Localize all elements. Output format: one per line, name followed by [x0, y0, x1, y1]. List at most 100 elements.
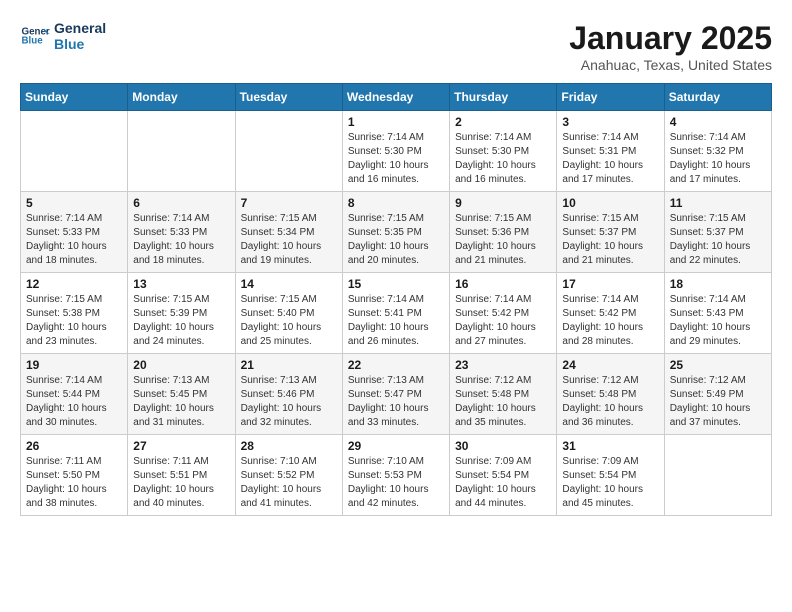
day-number: 31 [562, 439, 658, 453]
calendar-cell: 2 Sunrise: 7:14 AM Sunset: 5:30 PM Daylig… [450, 111, 557, 192]
day-number: 17 [562, 277, 658, 291]
calendar-cell: 26 Sunrise: 7:11 AM Sunset: 5:50 PM Dayli… [21, 435, 128, 516]
day-number: 23 [455, 358, 551, 372]
calendar-cell: 17 Sunrise: 7:14 AM Sunset: 5:42 PM Dayli… [557, 273, 664, 354]
calendar-cell: 6Sunrise: 7:14 AM Sunset: 5:33 PM Daylig… [128, 192, 235, 273]
calendar-cell [664, 435, 771, 516]
weekday-header-row: SundayMondayTuesdayWednesdayThursdayFrid… [21, 84, 772, 111]
day-info: Sunrise: 7:15 AM Sunset: 5:38 PM Dayligh… [26, 293, 122, 349]
day-info: Sunrise: 7:15 AM Sunset: 5:36 PM Dayligh… [455, 212, 551, 268]
day-number: 30 [455, 439, 551, 453]
day-info: Sunrise: 7:14 AM Sunset: 5:30 PM Dayligh… [455, 131, 551, 187]
day-info: Sunrise: 7:14 AM Sunset: 5:33 PM Dayligh… [26, 212, 122, 268]
day-number: 2 [455, 115, 551, 129]
day-info: Sunrise: 7:14 AM Sunset: 5:42 PM Dayligh… [562, 293, 658, 349]
week-row-4: 19 Sunrise: 7:14 AM Sunset: 5:44 PM Dayli… [21, 354, 772, 435]
day-number: 4 [670, 115, 766, 129]
day-info: Sunrise: 7:11 AM Sunset: 5:51 PM Dayligh… [133, 455, 229, 511]
day-info: Sunrise: 7:13 AM Sunset: 5:46 PM Dayligh… [241, 374, 337, 430]
day-info: Sunrise: 7:14 AM Sunset: 5:43 PM Dayligh… [670, 293, 766, 349]
day-number: 28 [241, 439, 337, 453]
weekday-header-friday: Friday [557, 84, 664, 111]
calendar-cell: 13 Sunrise: 7:15 AM Sunset: 5:39 PM Dayli… [128, 273, 235, 354]
month-title: January 2025 [569, 20, 772, 57]
day-info: Sunrise: 7:09 AM Sunset: 5:54 PM Dayligh… [562, 455, 658, 511]
day-info: Sunrise: 7:11 AM Sunset: 5:50 PM Dayligh… [26, 455, 122, 511]
day-info: Sunrise: 7:14 AM Sunset: 5:31 PM Dayligh… [562, 131, 658, 187]
day-info: Sunrise: 7:13 AM Sunset: 5:45 PM Dayligh… [133, 374, 229, 430]
day-number: 13 [133, 277, 229, 291]
day-info: Sunrise: 7:14 AM Sunset: 5:44 PM Dayligh… [26, 374, 122, 430]
svg-text:Blue: Blue [22, 36, 44, 47]
day-number: 29 [348, 439, 444, 453]
calendar-cell: 15 Sunrise: 7:14 AM Sunset: 5:41 PM Dayli… [342, 273, 449, 354]
weekday-header-wednesday: Wednesday [342, 84, 449, 111]
day-info: Sunrise: 7:14 AM Sunset: 5:41 PM Dayligh… [348, 293, 444, 349]
calendar-cell: 31 Sunrise: 7:09 AM Sunset: 5:54 PM Dayli… [557, 435, 664, 516]
day-info: Sunrise: 7:15 AM Sunset: 5:40 PM Dayligh… [241, 293, 337, 349]
location: Anahuac, Texas, United States [569, 57, 772, 73]
calendar-cell: 11 Sunrise: 7:15 AM Sunset: 5:37 PM Dayli… [664, 192, 771, 273]
calendar-cell: 19 Sunrise: 7:14 AM Sunset: 5:44 PM Dayli… [21, 354, 128, 435]
day-info: Sunrise: 7:14 AM Sunset: 5:33 PM Dayligh… [133, 212, 229, 268]
week-row-3: 12Sunrise: 7:15 AM Sunset: 5:38 PM Dayli… [21, 273, 772, 354]
day-number: 1 [348, 115, 444, 129]
day-info: Sunrise: 7:14 AM Sunset: 5:32 PM Dayligh… [670, 131, 766, 187]
day-number: 3 [562, 115, 658, 129]
day-number: 5 [26, 196, 122, 210]
day-number: 16 [455, 277, 551, 291]
calendar-cell: 16 Sunrise: 7:14 AM Sunset: 5:42 PM Dayli… [450, 273, 557, 354]
calendar-cell: 5 Sunrise: 7:14 AM Sunset: 5:33 PM Daylig… [21, 192, 128, 273]
day-number: 11 [670, 196, 766, 210]
day-number: 7 [241, 196, 337, 210]
day-number: 19 [26, 358, 122, 372]
calendar-cell: 10 Sunrise: 7:15 AM Sunset: 5:37 PM Dayli… [557, 192, 664, 273]
calendar-cell: 23 Sunrise: 7:12 AM Sunset: 5:48 PM Dayli… [450, 354, 557, 435]
day-number: 15 [348, 277, 444, 291]
day-info: Sunrise: 7:15 AM Sunset: 5:37 PM Dayligh… [562, 212, 658, 268]
day-number: 10 [562, 196, 658, 210]
calendar-cell: 9 Sunrise: 7:15 AM Sunset: 5:36 PM Daylig… [450, 192, 557, 273]
day-number: 9 [455, 196, 551, 210]
calendar-cell: 12Sunrise: 7:15 AM Sunset: 5:38 PM Dayli… [21, 273, 128, 354]
calendar-cell: 30Sunrise: 7:09 AM Sunset: 5:54 PM Dayli… [450, 435, 557, 516]
weekday-header-saturday: Saturday [664, 84, 771, 111]
day-info: Sunrise: 7:14 AM Sunset: 5:42 PM Dayligh… [455, 293, 551, 349]
calendar-cell [21, 111, 128, 192]
calendar-cell: 28Sunrise: 7:10 AM Sunset: 5:52 PM Dayli… [235, 435, 342, 516]
weekday-header-tuesday: Tuesday [235, 84, 342, 111]
calendar-cell: 3 Sunrise: 7:14 AM Sunset: 5:31 PM Daylig… [557, 111, 664, 192]
day-info: Sunrise: 7:15 AM Sunset: 5:39 PM Dayligh… [133, 293, 229, 349]
calendar-cell: 24 Sunrise: 7:12 AM Sunset: 5:48 PM Dayli… [557, 354, 664, 435]
week-row-2: 5 Sunrise: 7:14 AM Sunset: 5:33 PM Daylig… [21, 192, 772, 273]
logo-text-general: General [54, 20, 106, 36]
weekday-header-monday: Monday [128, 84, 235, 111]
day-number: 24 [562, 358, 658, 372]
day-number: 27 [133, 439, 229, 453]
calendar-cell: 1 Sunrise: 7:14 AM Sunset: 5:30 PM Daylig… [342, 111, 449, 192]
title-block: January 2025 Anahuac, Texas, United Stat… [569, 20, 772, 73]
day-number: 25 [670, 358, 766, 372]
day-number: 26 [26, 439, 122, 453]
day-number: 14 [241, 277, 337, 291]
calendar-cell: 4 Sunrise: 7:14 AM Sunset: 5:32 PM Daylig… [664, 111, 771, 192]
calendar-cell: 8 Sunrise: 7:15 AM Sunset: 5:35 PM Daylig… [342, 192, 449, 273]
calendar-cell: 18Sunrise: 7:14 AM Sunset: 5:43 PM Dayli… [664, 273, 771, 354]
day-info: Sunrise: 7:15 AM Sunset: 5:35 PM Dayligh… [348, 212, 444, 268]
logo-text-blue: Blue [54, 36, 106, 52]
day-number: 20 [133, 358, 229, 372]
day-info: Sunrise: 7:14 AM Sunset: 5:30 PM Dayligh… [348, 131, 444, 187]
day-info: Sunrise: 7:10 AM Sunset: 5:53 PM Dayligh… [348, 455, 444, 511]
day-info: Sunrise: 7:12 AM Sunset: 5:48 PM Dayligh… [455, 374, 551, 430]
day-info: Sunrise: 7:15 AM Sunset: 5:37 PM Dayligh… [670, 212, 766, 268]
week-row-1: 1 Sunrise: 7:14 AM Sunset: 5:30 PM Daylig… [21, 111, 772, 192]
day-info: Sunrise: 7:12 AM Sunset: 5:49 PM Dayligh… [670, 374, 766, 430]
day-info: Sunrise: 7:12 AM Sunset: 5:48 PM Dayligh… [562, 374, 658, 430]
calendar-cell: 22Sunrise: 7:13 AM Sunset: 5:47 PM Dayli… [342, 354, 449, 435]
weekday-header-thursday: Thursday [450, 84, 557, 111]
calendar-cell: 14 Sunrise: 7:15 AM Sunset: 5:40 PM Dayli… [235, 273, 342, 354]
weekday-header-sunday: Sunday [21, 84, 128, 111]
week-row-5: 26 Sunrise: 7:11 AM Sunset: 5:50 PM Dayli… [21, 435, 772, 516]
day-number: 8 [348, 196, 444, 210]
logo: General Blue General Blue [20, 20, 106, 52]
